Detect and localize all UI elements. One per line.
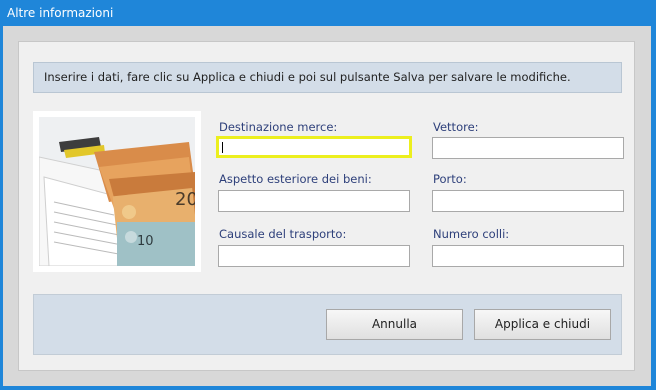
applica-e-chiudi-button[interactable]: Applica e chiudi [474,309,611,340]
causale-trasporto-input[interactable] [218,245,410,267]
dialog-window: Altre informazioni Inserire i dati, fare… [0,0,656,390]
window-title: Altre informazioni [7,6,114,20]
money-documents-image: 20 10 [39,117,195,266]
info-banner: Inserire i dati, fare clic su Applica e … [33,62,622,93]
aspetto-esteriore-input[interactable] [218,190,410,212]
svg-text:20: 20 [175,189,195,210]
button-bar: Annulla Applica e chiudi [33,294,622,355]
svg-text:10: 10 [137,234,154,249]
money-documents-illustration: 20 10 [39,117,195,266]
porto-input[interactable] [432,190,624,212]
label-vettore: Vettore: [433,120,479,134]
annulla-button[interactable]: Annulla [326,309,463,340]
label-causale-trasporto: Causale del trasporto: [219,227,347,241]
numero-colli-input[interactable] [432,245,624,267]
label-destinazione-merce: Destinazione merce: [219,120,338,134]
label-aspetto-esteriore: Aspetto esteriore dei beni: [219,172,372,186]
illustration-frame: 20 10 [33,111,201,272]
label-numero-colli: Numero colli: [433,227,510,241]
title-bar[interactable]: Altre informazioni [0,0,656,26]
dialog-client-area: Inserire i dati, fare clic su Applica e … [3,26,651,386]
label-porto: Porto: [433,172,467,186]
text-caret [222,142,223,153]
vettore-input[interactable] [432,137,624,159]
dialog-content-panel: Inserire i dati, fare clic su Applica e … [18,41,635,371]
destinazione-merce-input[interactable] [216,136,412,158]
